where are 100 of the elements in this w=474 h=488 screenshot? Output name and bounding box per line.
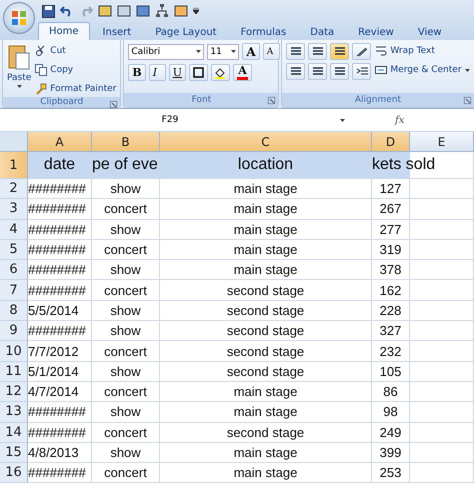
table-cell: ######## (28, 463, 92, 484)
table-cell: 5/5/2014 (28, 300, 92, 322)
table-cell: second stage (160, 300, 372, 322)
table-cell: concert (92, 280, 160, 301)
toolbar-icon[interactable] (117, 4, 131, 18)
dropdown-caret-icon (196, 50, 202, 53)
table-cell: ######## (28, 199, 92, 220)
shrink-font-button[interactable]: A (262, 43, 280, 60)
copy-icon (35, 64, 48, 76)
dialog-launcher-icon[interactable] (110, 101, 118, 108)
group-label: Font (192, 95, 212, 105)
column-header[interactable]: A (28, 132, 92, 152)
table-cell: show (92, 260, 160, 280)
toolbar-icon[interactable] (136, 4, 150, 18)
row-header[interactable]: 6 (0, 260, 28, 280)
row-header[interactable]: 2 (0, 179, 28, 200)
row-header[interactable]: 13 (0, 402, 28, 423)
table-cell: main stage (160, 260, 372, 280)
table-cell: show (92, 300, 160, 322)
ribbon-tab[interactable]: View (406, 24, 453, 40)
customize-caret-icon[interactable] (193, 8, 199, 14)
header-cell: date (28, 152, 92, 179)
table-cell: show (92, 179, 160, 200)
table-cell: main stage (160, 402, 372, 423)
column-header[interactable]: E (410, 132, 474, 152)
table-cell: 327 (372, 321, 410, 342)
row-header[interactable]: 15 (0, 442, 28, 464)
border-icon[interactable] (188, 64, 208, 81)
ribbon-tab[interactable]: Insert (92, 24, 142, 40)
merge-center-button[interactable]: Merge & Center (375, 62, 470, 78)
align-icon[interactable] (308, 63, 328, 80)
ribbon-tab[interactable]: Review (347, 24, 405, 40)
italic-button[interactable]: I (148, 64, 166, 81)
row-header[interactable]: 14 (0, 422, 28, 443)
row-header[interactable]: 8 (0, 300, 28, 322)
table-cell: 267 (372, 199, 410, 220)
table-cell: show (92, 321, 160, 342)
row-header[interactable]: 12 (0, 382, 28, 402)
brush-icon (35, 83, 48, 95)
row-header[interactable]: 4 (0, 220, 28, 240)
font-name-field[interactable]: Calibri (128, 44, 204, 60)
insert-function-button[interactable]: fx (395, 114, 404, 126)
table-cell: ######## (28, 220, 92, 240)
row-header[interactable]: 10 (0, 341, 28, 362)
diagram-icon[interactable] (155, 4, 169, 18)
ribbon-tab[interactable]: Home (38, 22, 90, 40)
align-icon[interactable] (308, 43, 328, 60)
ribbon-tab[interactable]: Page Layout (144, 24, 228, 40)
fill-color-icon[interactable] (210, 64, 230, 81)
clipboard-command[interactable]: Format Painter (35, 81, 116, 97)
row-header[interactable]: 7 (0, 280, 28, 301)
toolbar-icon[interactable] (174, 4, 188, 18)
ribbon-tab[interactable]: Formulas (230, 24, 298, 40)
header-cell: kets sold (372, 152, 474, 179)
column-header[interactable]: B (92, 132, 160, 152)
table-cell: concert (92, 240, 160, 260)
indent-icon[interactable] (352, 63, 372, 80)
table-cell: 249 (372, 422, 410, 443)
dropdown-caret-icon (231, 50, 236, 53)
table-cell: concert (92, 199, 160, 220)
align-icon[interactable] (286, 63, 306, 80)
table-cell: second stage (160, 341, 372, 362)
table-cell: concert (92, 463, 160, 484)
table-cell: main stage (160, 179, 372, 200)
header-cell: pe of eve (92, 152, 160, 179)
dialog-launcher-icon[interactable] (464, 97, 471, 104)
toolbar-icon[interactable] (98, 4, 112, 18)
row-header[interactable]: 11 (0, 362, 28, 382)
wrap-text-button[interactable]: Wrap Text (375, 43, 470, 59)
align-icon[interactable] (286, 43, 306, 60)
row-header[interactable]: 3 (0, 199, 28, 220)
row-header[interactable]: 16 (0, 463, 28, 484)
table-cell: main stage (160, 442, 372, 464)
align-icon[interactable] (330, 63, 350, 80)
paste-button[interactable]: Paste (7, 43, 32, 88)
row-header[interactable]: 5 (0, 240, 28, 260)
table-cell: ######## (28, 280, 92, 301)
table-cell: ######## (28, 321, 92, 342)
wrap-text-icon (375, 45, 388, 57)
underline-button[interactable]: U (168, 64, 186, 81)
grow-font-button[interactable]: A (242, 43, 260, 60)
row-header[interactable]: 1 (0, 152, 28, 179)
dialog-launcher-icon[interactable] (268, 97, 276, 104)
office-logo (11, 10, 27, 26)
column-header[interactable]: C (160, 132, 372, 152)
font-color-button[interactable]: A (232, 64, 252, 81)
table-cell: 232 (372, 341, 410, 362)
clipboard-command[interactable]: Copy (35, 62, 116, 78)
name-box[interactable]: F29 (0, 115, 340, 125)
font-size-field[interactable]: 11 (207, 44, 240, 60)
office-button[interactable] (3, 2, 35, 34)
align-icon[interactable] (330, 43, 350, 60)
row-header[interactable]: 9 (0, 321, 28, 342)
column-header[interactable]: D (372, 132, 410, 152)
table-cell: second stage (160, 362, 372, 382)
ribbon-tab[interactable]: Data (299, 24, 346, 40)
orientation-icon[interactable] (352, 43, 372, 60)
clipboard-command[interactable]: Cut (35, 43, 116, 59)
save-icon[interactable] (42, 4, 55, 18)
bold-button[interactable]: B (128, 64, 146, 81)
